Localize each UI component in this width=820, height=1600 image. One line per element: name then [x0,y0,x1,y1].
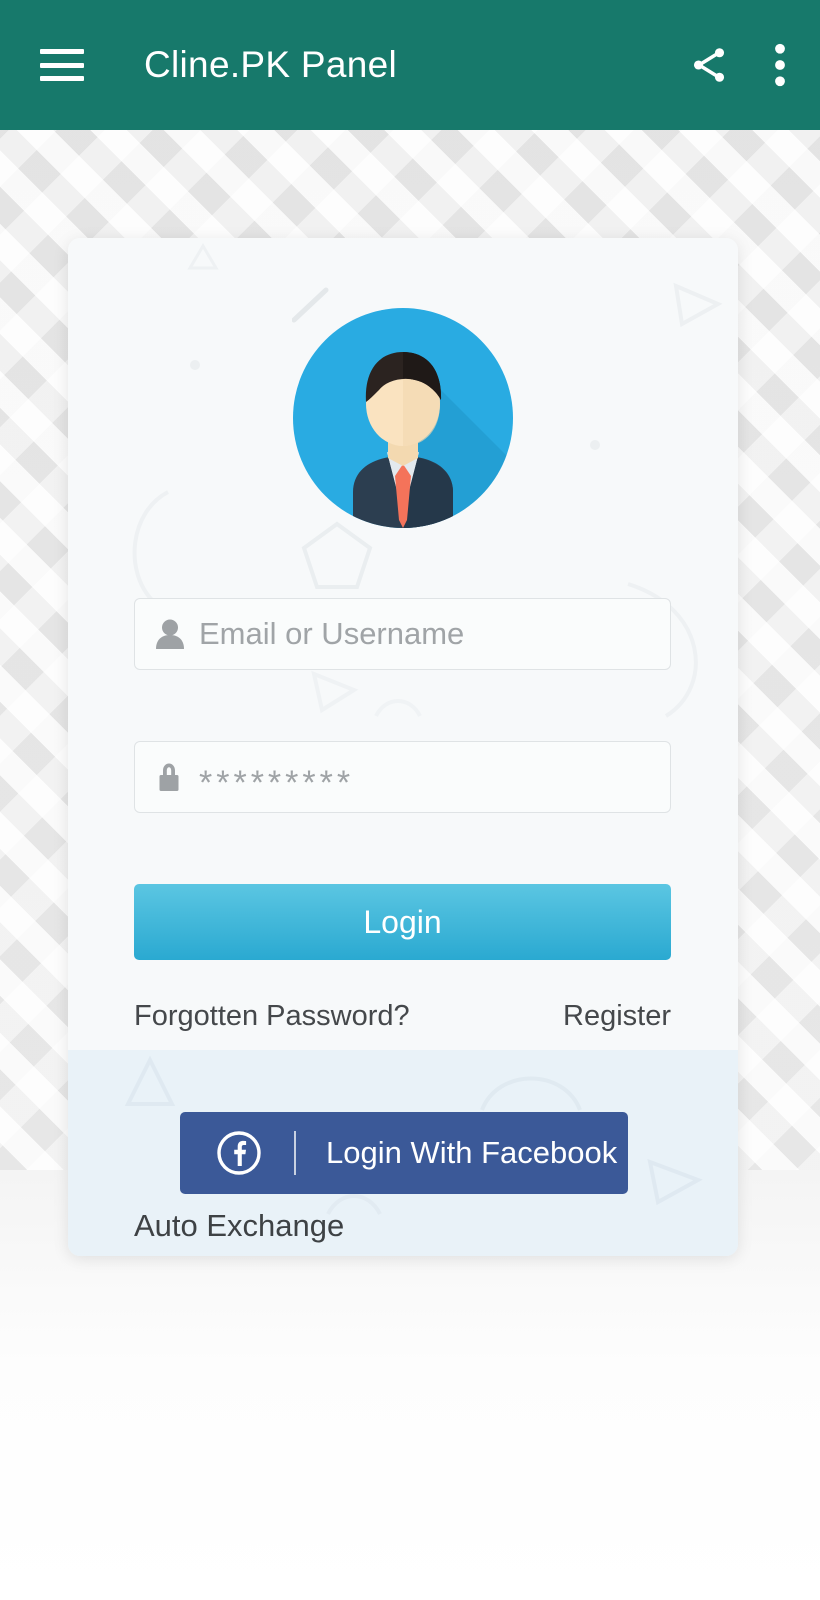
login-card: Email or Username ********* Login Forgot… [68,238,738,1256]
username-input[interactable]: Email or Username [134,598,671,670]
facebook-button-divider [294,1131,296,1175]
person-icon [155,618,189,650]
share-icon[interactable] [688,44,730,86]
app-bar-actions [688,43,786,87]
lock-icon [155,761,189,793]
password-input[interactable]: ********* [134,741,671,813]
more-vertical-icon[interactable] [774,43,786,87]
facebook-login-button[interactable]: Login With Facebook [180,1112,628,1194]
app-bar: Cline.PK Panel [0,0,820,130]
page-title: Cline.PK Panel [144,44,398,85]
facebook-f-icon [216,1130,262,1176]
login-card-main: Email or Username ********* Login Forgot… [68,238,738,1050]
auto-exchange-label: Auto Exchange [134,1208,345,1243]
facebook-login-label: Login With Facebook [326,1135,618,1170]
register-link[interactable]: Register [563,1000,671,1033]
password-placeholder: ********* [199,763,355,802]
login-button[interactable]: Login [134,884,671,960]
hamburger-menu-icon[interactable] [40,49,84,81]
username-placeholder: Email or Username [199,616,465,651]
login-screen: Cline.PK Panel Email or Username *******… [0,0,820,1600]
auth-links: Forgotten Password? Register [134,1000,671,1033]
forgotten-password-link[interactable]: Forgotten Password? [134,1000,410,1033]
login-card-social-panel: Login With Facebook Auto Exchange [68,1050,738,1256]
user-avatar-businessman-icon [291,306,515,530]
